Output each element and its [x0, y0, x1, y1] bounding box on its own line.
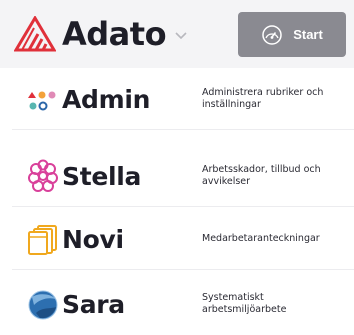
app-description: Medarbetaranteckningar	[202, 233, 320, 244]
app-row-stella[interactable]: Stella Arbetsskador, tillbud och avvikel…	[0, 145, 354, 207]
speedometer-icon	[262, 24, 282, 45]
divider	[12, 129, 354, 130]
app-brand-novi: Novi	[0, 222, 176, 256]
app-brand-stella: Stella	[0, 159, 176, 193]
divider	[12, 269, 354, 270]
adato-triangle-logo-icon	[14, 16, 56, 52]
divider	[12, 206, 354, 207]
start-button-label: Start	[293, 27, 323, 42]
novi-folder-icon	[28, 225, 57, 255]
app-brand-admin: Admin	[0, 82, 176, 116]
app-name: Sara	[62, 289, 125, 319]
app-brand-sara: Sara	[0, 287, 176, 321]
app-row-sara[interactable]: Sara Systematiskt arbetsmiljöarbete	[0, 273, 354, 335]
app-description: Arbetsskador, tillbud och avvikelser	[202, 164, 321, 187]
app-name: Novi	[62, 224, 124, 254]
start-button[interactable]: Start	[238, 12, 346, 57]
app-name: Admin	[62, 84, 151, 114]
app-name: Stella	[62, 161, 142, 191]
app-header: Adato Start	[0, 0, 354, 68]
sara-globe-icon	[28, 290, 58, 320]
chevron-down-icon	[175, 32, 187, 40]
brand-name: Adato	[62, 15, 167, 53]
app-description: Administrera rubriker och inställningar	[202, 87, 324, 110]
app-description: Systematiskt arbetsmiljöarbete	[202, 292, 287, 315]
app-switcher[interactable]: Adato	[14, 14, 188, 54]
admin-dots-icon	[28, 91, 56, 111]
app-row-novi[interactable]: Novi Medarbetaranteckningar	[0, 208, 354, 270]
app-row-admin[interactable]: Admin Administrera rubriker och inställn…	[0, 68, 354, 130]
stella-flower-icon	[28, 159, 58, 192]
